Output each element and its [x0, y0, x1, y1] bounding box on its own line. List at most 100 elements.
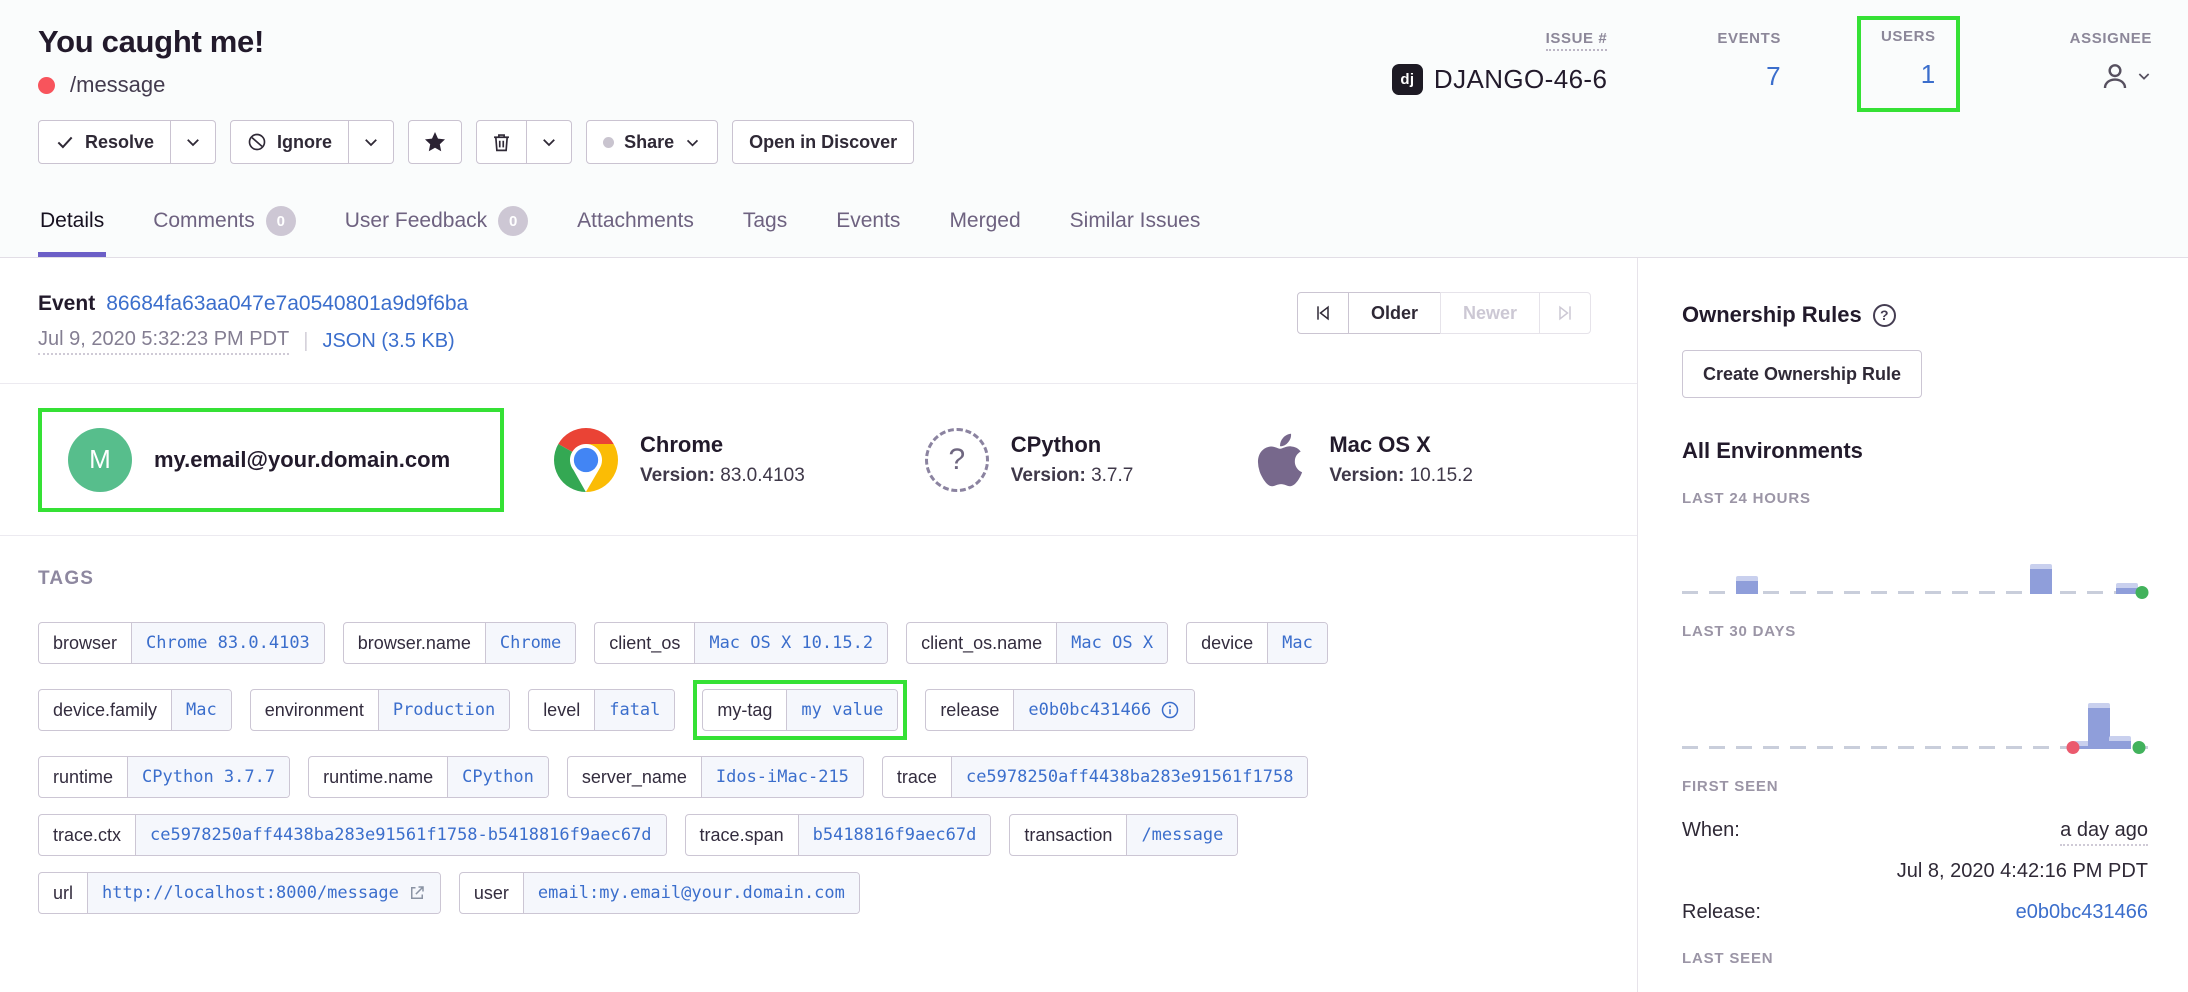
- tag-key: server_name: [568, 757, 701, 797]
- skip-to-newest-icon-button[interactable]: [1539, 292, 1591, 334]
- tag-value-link[interactable]: CPython 3.7.7: [127, 757, 289, 797]
- tag-value-link[interactable]: fatal: [594, 690, 674, 730]
- tag-value-link[interactable]: e0b0bc431466: [1013, 690, 1194, 730]
- first-seen-release-link[interactable]: e0b0bc431466: [2016, 901, 2148, 924]
- older-event-button[interactable]: Older: [1348, 292, 1441, 334]
- tab-similar-issues[interactable]: Similar Issues: [1068, 206, 1203, 257]
- issue-number-stat: ISSUE # dj DJANGO-46-6: [1392, 20, 1607, 95]
- skip-to-oldest-icon: [1313, 303, 1333, 323]
- create-ownership-rule-button[interactable]: Create Ownership Rule: [1682, 350, 1922, 398]
- tab-label: Tags: [743, 209, 787, 233]
- tab-tags[interactable]: Tags: [741, 206, 789, 257]
- tab-events[interactable]: Events: [834, 206, 902, 257]
- user-email: my.email@your.domain.com: [154, 447, 450, 473]
- event-timestamp: Jul 9, 2020 5:32:23 PM PDT: [38, 328, 289, 355]
- sparkline-bar: [2116, 583, 2138, 594]
- issue-stats: ISSUE # dj DJANGO-46-6 EVENTS 7 USERS 1 …: [1392, 20, 2152, 112]
- tag-pill-user: user email:my.email@your.domain.com: [459, 872, 860, 914]
- tag-value-link[interactable]: Mac: [171, 690, 231, 730]
- issue-sidebar: Ownership Rules ? Create Ownership Rule …: [1638, 258, 2188, 992]
- tab-comments[interactable]: Comments0: [151, 206, 298, 257]
- tag-key: user: [460, 873, 523, 913]
- tag-value-link[interactable]: Production: [378, 690, 509, 730]
- sparkline-bar: [2030, 564, 2052, 594]
- tag-value-link[interactable]: CPython: [447, 757, 548, 797]
- tab-count-badge: 0: [266, 206, 296, 236]
- tag-pill-device: deviceMac: [1186, 622, 1328, 664]
- tag-value-link[interactable]: /message: [1126, 815, 1237, 855]
- external-link-icon: [408, 884, 426, 902]
- tag-value-link[interactable]: ce5978250aff4438ba283e91561f1758: [951, 757, 1308, 797]
- resolve-button[interactable]: Resolve: [38, 120, 171, 164]
- tag-key: trace.span: [686, 815, 798, 855]
- error-level-dot: [38, 77, 55, 94]
- red-marker-dot: [2067, 741, 2080, 754]
- resolve-dropdown-button[interactable]: [171, 120, 216, 164]
- tag-pill-transaction: transaction/message: [1009, 814, 1238, 856]
- assignee-stat: ASSIGNEE: [2070, 20, 2152, 92]
- event-json-link[interactable]: JSON (3.5 KB): [322, 330, 454, 353]
- bookmark-star-button[interactable]: [408, 120, 462, 164]
- tag-value-text: CPython 3.7.7: [142, 767, 275, 787]
- tab-label: User Feedback: [345, 209, 487, 233]
- environments-title: All Environments: [1682, 438, 2148, 464]
- share-button[interactable]: Share: [586, 120, 718, 164]
- tag-value-link[interactable]: Mac OS X: [1056, 623, 1167, 663]
- assignee-label: ASSIGNEE: [2070, 30, 2152, 47]
- tag-value-link[interactable]: email:my.email@your.domain.com: [523, 873, 859, 913]
- action-toolbar: Resolve Ignore: [38, 120, 2150, 164]
- tag-value-text: /message: [1141, 825, 1223, 845]
- tag-value-link[interactable]: ce5978250aff4438ba283e91561f1758-b541881…: [135, 815, 666, 855]
- ownership-rules-title: Ownership Rules: [1682, 302, 1862, 328]
- tag-value-text: Mac OS X: [1071, 633, 1153, 653]
- oldest-event-button[interactable]: [1297, 292, 1349, 334]
- unknown-runtime-icon: ?: [925, 428, 989, 492]
- last-seen-label: LAST SEEN: [1682, 950, 2148, 967]
- tag-value-text: Idos-iMac-215: [716, 767, 849, 787]
- tag-value-text: Mac: [1282, 633, 1313, 653]
- event-id-link[interactable]: 86684fa63aa047e7a0540801a9d9f6ba: [106, 292, 468, 316]
- tag-value-link[interactable]: b5418816f9aec67d: [798, 815, 991, 855]
- tab-details[interactable]: Details: [38, 206, 106, 257]
- tag-value-link[interactable]: Idos-iMac-215: [701, 757, 863, 797]
- tag-value-link[interactable]: my value: [786, 690, 897, 730]
- share-status-dot: [603, 137, 614, 148]
- divider: |: [303, 330, 308, 353]
- tag-pill-runtime: runtimeCPython 3.7.7: [38, 756, 290, 798]
- user-silhouette-icon: [2099, 60, 2131, 92]
- tag-key: url: [39, 873, 87, 913]
- ignore-dropdown-button[interactable]: [349, 120, 394, 164]
- tag-value-link[interactable]: Chrome 83.0.4103: [131, 623, 324, 663]
- newer-event-button[interactable]: Newer: [1440, 292, 1540, 334]
- resolve-button-group: Resolve: [38, 120, 216, 164]
- users-count[interactable]: 1: [1881, 59, 1936, 90]
- user-context-card-highlighted[interactable]: M my.email@your.domain.com: [38, 408, 504, 512]
- open-in-discover-button[interactable]: Open in Discover: [732, 120, 914, 164]
- tab-attachments[interactable]: Attachments: [575, 206, 696, 257]
- green-marker-dot: [2132, 741, 2145, 754]
- tag-value-link[interactable]: Chrome: [485, 623, 575, 663]
- tag-value-link[interactable]: Mac OS X 10.15.2: [694, 623, 887, 663]
- tag-key: client_os: [595, 623, 694, 663]
- issue-number-value[interactable]: DJANGO-46-6: [1434, 64, 1607, 95]
- ignore-button[interactable]: Ignore: [230, 120, 349, 164]
- browser-context-card: Chrome Version: 83.0.4103: [554, 428, 805, 492]
- users-stat-highlighted: USERS 1: [1857, 16, 1960, 112]
- tag-key: browser.name: [344, 623, 485, 663]
- ignore-button-group: Ignore: [230, 120, 394, 164]
- tag-pill-url: urlhttp://localhost:8000/message: [38, 872, 441, 914]
- tag-value-text: CPython: [462, 767, 534, 787]
- assignee-dropdown[interactable]: [2070, 60, 2152, 92]
- tag-key: trace.ctx: [39, 815, 135, 855]
- issue-header: You caught me! /message Resolve Ignore: [0, 0, 2188, 258]
- tag-key: trace: [883, 757, 951, 797]
- tab-user-feedback[interactable]: User Feedback0: [343, 206, 530, 257]
- delete-button[interactable]: [476, 120, 527, 164]
- tag-value-link[interactable]: http://localhost:8000/message: [87, 873, 440, 913]
- help-question-icon[interactable]: ?: [1873, 304, 1896, 327]
- delete-dropdown-button[interactable]: [527, 120, 572, 164]
- events-count[interactable]: 7: [1717, 61, 1781, 92]
- tab-merged[interactable]: Merged: [947, 206, 1022, 257]
- tag-value-link[interactable]: Mac: [1267, 623, 1327, 663]
- tag-value-text: email:my.email@your.domain.com: [538, 883, 845, 903]
